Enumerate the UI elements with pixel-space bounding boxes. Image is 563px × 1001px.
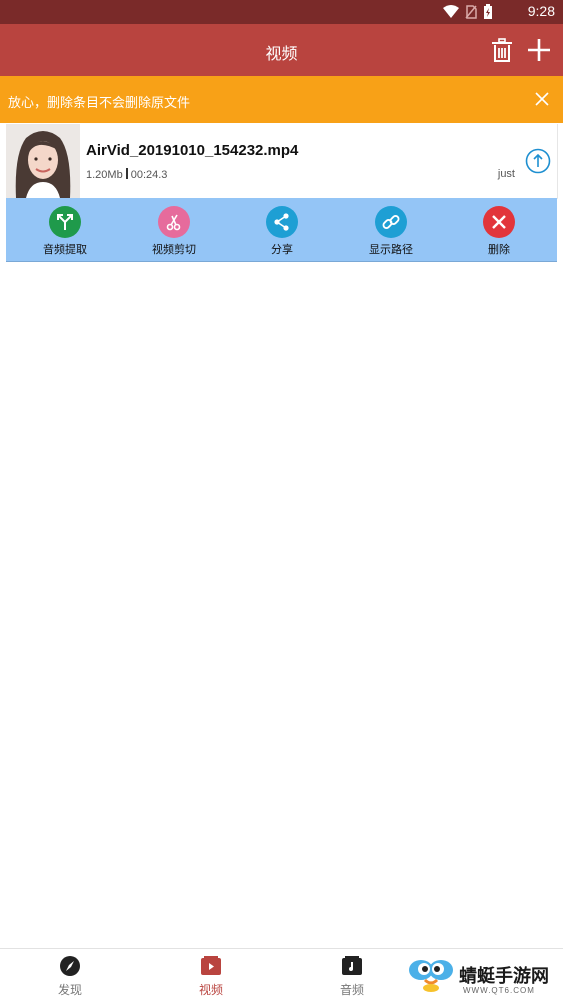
wifi-icon: [443, 4, 459, 18]
action-label: 删除: [488, 243, 510, 256]
thumbnail-image: [6, 124, 80, 198]
nav-video[interactable]: 视频: [151, 949, 271, 1001]
page-title: 视频: [265, 44, 298, 63]
status-time: 9:28: [527, 3, 555, 19]
nav-label: 音频: [339, 983, 364, 997]
plus-icon[interactable]: [525, 36, 553, 64]
banner-text: 放心，删除条目不会删除原文件: [8, 96, 191, 111]
watermark-url: WWW.QT6.COM: [463, 986, 535, 995]
share-icon: [266, 206, 298, 238]
video-thumbnail[interactable]: [6, 124, 80, 198]
action-label: 音频提取: [43, 243, 87, 256]
action-label: 显示路径: [369, 243, 413, 256]
nav-label: 发现: [57, 983, 82, 997]
meta-divider: [125, 168, 128, 179]
watermark: 蜻蜓手游网 WWW.QT6.COM: [407, 950, 557, 998]
nav-label: 视频: [198, 983, 223, 997]
trash-icon[interactable]: [489, 37, 515, 63]
dragonfly-logo-icon: [409, 960, 453, 992]
link-icon: [375, 206, 407, 238]
video-list-item[interactable]: AirVid_20191010_154232.mp4 1.20Mb 00:24.3…: [6, 124, 558, 199]
close-icon[interactable]: [535, 92, 549, 106]
video-timestamp: just: [497, 168, 515, 180]
video-file-name: AirVid_20191010_154232.mp4: [86, 142, 299, 159]
nav-audio[interactable]: 音频: [292, 949, 412, 1001]
arrow-up-circle-icon[interactable]: [525, 148, 551, 174]
video-meta: 1.20Mb 00:24.3: [86, 168, 167, 181]
x-circle-icon: [483, 206, 515, 238]
status-icons: [443, 4, 493, 19]
battery-charging-icon: [484, 4, 492, 19]
watermark-text: 蜻蜓手游网: [459, 966, 549, 987]
action-label: 分享: [271, 243, 293, 256]
music-icon: [342, 956, 362, 975]
app-bar: 视频: [0, 24, 563, 76]
delete-button[interactable]: 删除: [449, 198, 549, 261]
show-path-button[interactable]: 显示路径: [341, 198, 441, 261]
nav-discover[interactable]: 发现: [10, 949, 130, 1001]
video-icon: [201, 956, 221, 975]
scissors-icon: [158, 206, 190, 238]
cut-video-button[interactable]: 视频剪切: [124, 198, 224, 261]
video-size: 1.20Mb: [86, 169, 123, 181]
video-duration: 00:24.3: [130, 169, 168, 181]
share-button[interactable]: 分享: [232, 198, 332, 261]
status-bar: 9:28: [0, 0, 563, 24]
no-sim-icon: [465, 4, 477, 19]
merge-arrows-icon: [49, 206, 81, 238]
action-label: 视频剪切: [152, 243, 196, 256]
info-banner: 放心，删除条目不会删除原文件: [0, 76, 563, 123]
action-toolbar: 音频提取 视频剪切 分享 显示路径 删除: [6, 198, 557, 262]
compass-icon: [60, 956, 80, 976]
extract-audio-button[interactable]: 音频提取: [15, 198, 115, 261]
